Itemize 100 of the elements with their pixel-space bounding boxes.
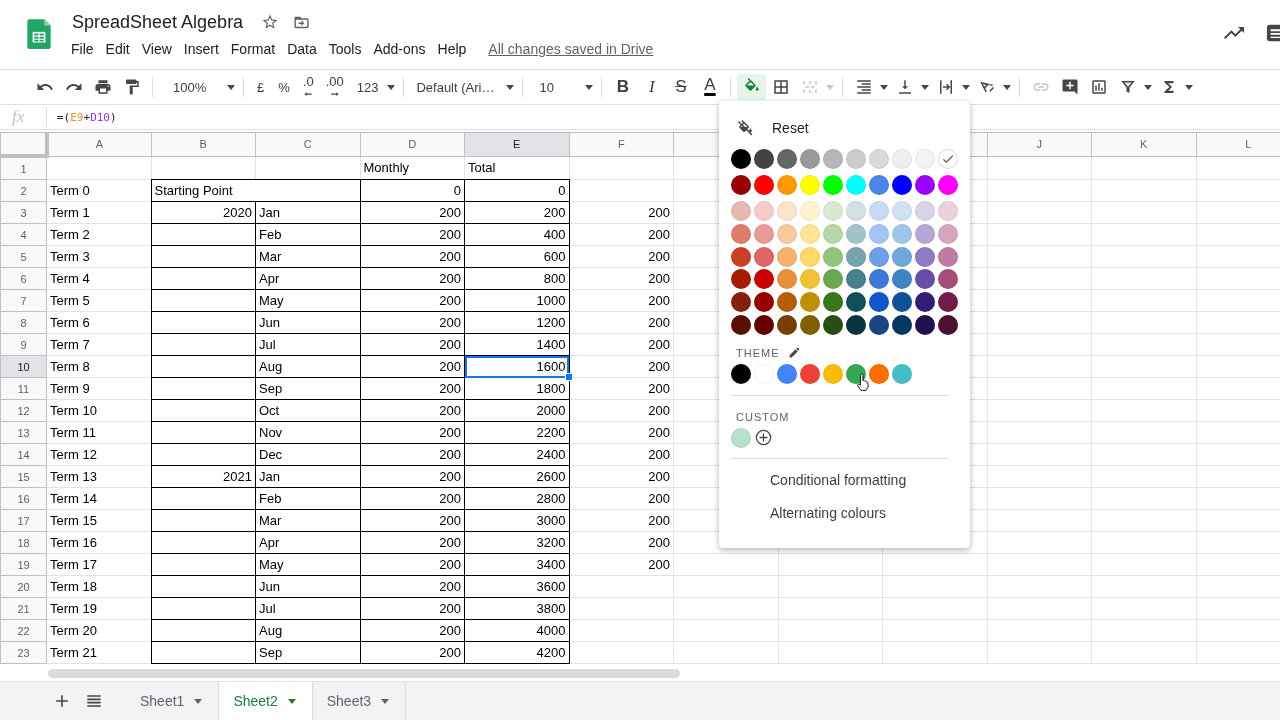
menu-item[interactable]: File — [70, 39, 100, 59]
color-swatch[interactable] — [777, 363, 797, 384]
color-swatch[interactable] — [731, 223, 751, 244]
column-header[interactable]: D — [360, 132, 465, 156]
fill-handle[interactable] — [564, 373, 573, 381]
percent-button[interactable]: % — [271, 74, 297, 100]
color-swatch[interactable] — [846, 149, 866, 169]
bold-button[interactable]: B — [608, 74, 638, 100]
color-swatch[interactable] — [846, 292, 866, 313]
menu-item[interactable]: Help — [431, 39, 473, 59]
color-swatch[interactable] — [731, 292, 751, 313]
menu-item[interactable]: Alternating colours — [731, 498, 958, 532]
color-swatch[interactable] — [938, 149, 958, 169]
color-swatch[interactable] — [892, 175, 912, 195]
add-comment-icon[interactable] — [1060, 78, 1079, 96]
font-dropdown[interactable]: Default (Ari… — [410, 79, 505, 95]
color-swatch[interactable] — [938, 201, 958, 221]
color-swatch[interactable] — [892, 223, 912, 244]
star-icon[interactable] — [261, 13, 280, 31]
italic-button[interactable]: I — [637, 74, 667, 100]
add-circle-icon[interactable] — [754, 428, 773, 448]
decrease-decimals-button[interactable]: .0 — [296, 74, 320, 100]
color-swatch[interactable] — [915, 315, 935, 335]
row-header[interactable]: 4 — [0, 223, 47, 246]
save-status-link[interactable]: All changes saved in Drive — [488, 41, 654, 57]
color-swatch[interactable] — [777, 246, 797, 267]
color-swatch[interactable] — [823, 269, 843, 290]
fill-color-button[interactable] — [737, 74, 767, 100]
row-header[interactable]: 1 — [0, 156, 47, 180]
color-swatch[interactable] — [869, 292, 889, 313]
row-header[interactable]: 3 — [0, 201, 47, 224]
color-swatch[interactable] — [777, 315, 797, 335]
column-header[interactable]: J — [987, 132, 1092, 156]
currency-button[interactable]: £ — [250, 74, 272, 100]
color-swatch[interactable] — [800, 175, 820, 195]
row-header[interactable]: 20 — [0, 575, 47, 598]
row-header[interactable]: 11 — [0, 377, 47, 400]
color-swatch[interactable] — [915, 149, 935, 169]
pencil-icon[interactable] — [787, 346, 801, 360]
row-header[interactable]: 6 — [0, 267, 47, 290]
color-swatch[interactable] — [915, 269, 935, 290]
row-header[interactable]: 14 — [0, 443, 47, 466]
color-swatch[interactable] — [823, 223, 843, 244]
row-header[interactable]: 12 — [0, 399, 47, 422]
text-color-button[interactable]: A — [695, 74, 725, 100]
color-swatch[interactable] — [915, 246, 935, 267]
row-header[interactable]: 5 — [0, 245, 47, 268]
color-swatch[interactable] — [800, 201, 820, 221]
row-header[interactable]: 23 — [0, 641, 47, 664]
column-header[interactable]: C — [255, 132, 360, 156]
row-header[interactable]: 21 — [0, 597, 47, 620]
color-swatch[interactable] — [938, 246, 958, 267]
color-swatch[interactable] — [938, 223, 958, 244]
color-swatch[interactable] — [869, 269, 889, 290]
color-swatch[interactable] — [846, 201, 866, 221]
color-swatch[interactable] — [892, 246, 912, 267]
color-swatch[interactable] — [892, 363, 912, 384]
color-swatch[interactable] — [846, 315, 866, 335]
color-swatch[interactable] — [915, 223, 935, 244]
color-swatch[interactable] — [892, 149, 912, 169]
color-swatch[interactable] — [823, 315, 843, 335]
merge-cells-icon[interactable] — [800, 78, 819, 96]
color-swatch[interactable] — [869, 363, 889, 384]
row-header[interactable]: 15 — [0, 465, 47, 488]
print-icon[interactable] — [93, 78, 112, 96]
menu-item[interactable]: Format — [224, 39, 282, 59]
color-swatch[interactable] — [846, 223, 866, 244]
color-swatch[interactable] — [754, 175, 774, 195]
color-swatch[interactable] — [869, 175, 889, 195]
color-swatch[interactable] — [731, 201, 751, 221]
menu-item[interactable]: Add-ons — [367, 39, 432, 59]
color-swatch[interactable] — [869, 246, 889, 267]
menu-item[interactable]: Conditional formatting — [731, 465, 958, 499]
color-swatch[interactable] — [731, 427, 751, 448]
color-swatch[interactable] — [938, 315, 958, 335]
color-swatch[interactable] — [800, 363, 820, 384]
row-header[interactable]: 13 — [0, 421, 47, 444]
color-swatch[interactable] — [938, 175, 958, 195]
document-title[interactable]: SpreadSheet Algebra — [72, 11, 244, 33]
menu-item[interactable]: Edit — [99, 39, 136, 59]
color-swatch[interactable] — [800, 315, 820, 335]
color-swatch[interactable] — [915, 292, 935, 313]
sheet-tab[interactable]: Sheet3 — [312, 682, 407, 720]
color-swatch[interactable] — [754, 246, 774, 267]
menu-item[interactable]: Data — [281, 39, 323, 59]
color-swatch[interactable] — [777, 292, 797, 313]
color-swatch[interactable] — [731, 269, 751, 290]
color-swatch[interactable] — [800, 149, 820, 169]
color-swatch[interactable] — [869, 149, 889, 169]
color-swatch[interactable] — [823, 246, 843, 267]
color-swatch[interactable] — [754, 149, 774, 169]
color-swatch[interactable] — [823, 201, 843, 221]
font-size-dropdown[interactable]: 10 — [529, 79, 584, 95]
color-swatch[interactable] — [846, 363, 866, 384]
menu-item[interactable]: Insert — [177, 39, 225, 59]
sheet-tab[interactable]: Sheet2 — [219, 682, 313, 720]
strikethrough-button[interactable]: S — [666, 74, 696, 100]
row-header[interactable]: 19 — [0, 553, 47, 576]
menu-item[interactable]: Tools — [322, 39, 368, 59]
color-swatch[interactable] — [777, 269, 797, 290]
